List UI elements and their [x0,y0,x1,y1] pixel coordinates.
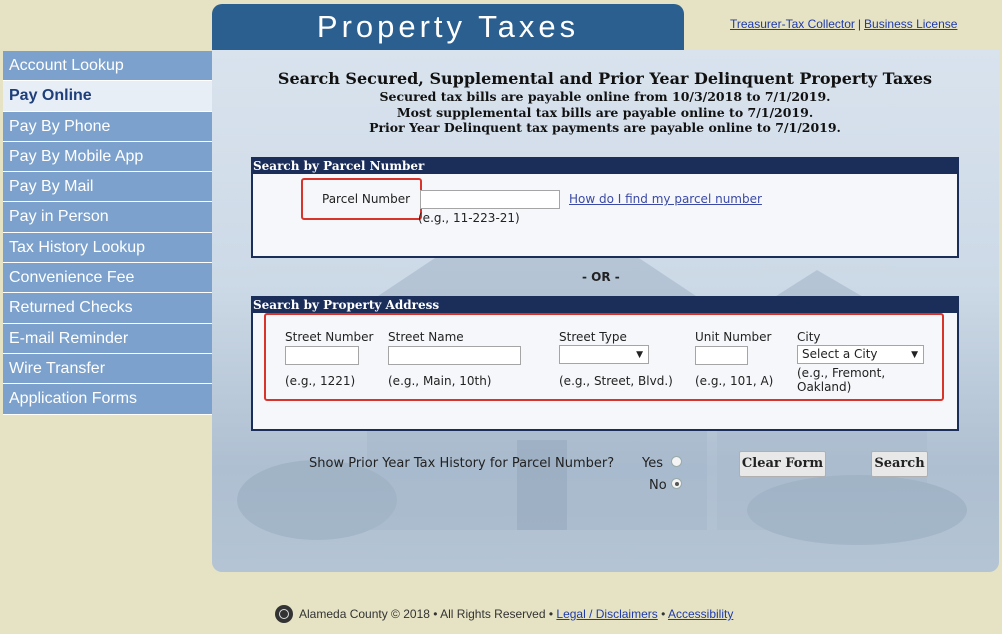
sidebar-item-application-forms[interactable]: Application Forms [3,384,212,415]
tax-history-yes-label: Yes [642,456,663,471]
top-links: Treasurer-Tax Collector | Business License [730,17,958,31]
street-type-example: (e.g., Street, Blvd.) [559,374,673,388]
sidebar-item-email-reminder[interactable]: E-mail Reminder [3,323,212,354]
sidebar-item-pay-by-mail[interactable]: Pay By Mail [3,172,212,203]
footer-copyright: Alameda County © 2018 • All Rights Reser… [299,607,554,621]
accessibility-link[interactable]: Accessibility [668,607,733,621]
footer-separator: • [661,607,666,621]
sidebar-item-pay-in-person[interactable]: Pay in Person [3,202,212,233]
heading-supplemental-note: Most supplemental tax bills are payable … [396,104,814,120]
parcel-number-label: Parcel Number [322,192,411,206]
sidebar-item-convenience-fee[interactable]: Convenience Fee [3,263,212,294]
sidebar-item-pay-by-phone[interactable]: Pay By Phone [3,111,212,142]
parcel-number-example: (e.g., 11-223-21) [418,211,520,225]
search-button[interactable]: Search [871,451,928,477]
city-example-line-1: (e.g., Fremont, [797,366,886,380]
address-search-title: Search by Property Address [253,298,957,313]
or-divider: - OR - [582,270,620,284]
street-number-input[interactable] [285,346,359,365]
treasurer-tax-collector-link[interactable]: Treasurer-Tax Collector [730,17,855,31]
heading-main: Search Secured, Supplemental and Prior Y… [277,69,933,88]
street-number-label: Street Number [285,330,374,344]
business-license-link[interactable]: Business License [864,17,957,31]
city-select[interactable]: Select a City ▼ [797,345,924,364]
clear-form-button[interactable]: Clear Form [739,451,826,477]
city-example-line-2: Oakland) [797,380,852,394]
street-type-select[interactable]: ▼ [559,345,649,364]
search-heading: Search Secured, Supplemental and Prior Y… [240,69,970,136]
tax-history-no-radio[interactable] [671,478,682,489]
page-title: Property Taxes [212,4,684,50]
city-select-value: Select a City [802,347,878,361]
sidebar-item-pay-online[interactable]: Pay Online [3,81,212,112]
street-name-label: Street Name [388,330,464,344]
sidebar-item-pay-by-mobile-app[interactable]: Pay By Mobile App [3,141,212,173]
footer: Alameda County © 2018 • All Rights Reser… [275,605,733,623]
unit-number-example: (e.g., 101, A) [695,374,774,388]
sidebar-item-account-lookup[interactable]: Account Lookup [3,51,212,82]
street-name-example: (e.g., Main, 10th) [388,374,492,388]
sidebar: Account Lookup Pay Online Pay By Phone P… [3,51,212,415]
tax-history-no-label: No [649,478,667,493]
city-label: City [797,330,821,344]
county-seal-icon [275,605,293,623]
sidebar-item-wire-transfer[interactable]: Wire Transfer [3,353,212,385]
street-number-example: (e.g., 1221) [285,374,356,388]
city-example: (e.g., Fremont, Oakland) [797,366,885,394]
parcel-search-title: Search by Parcel Number [253,159,957,174]
parcel-number-help-link[interactable]: How do I find my parcel number [569,192,762,206]
heading-delinquent-note: Prior Year Delinquent tax payments are p… [369,120,841,135]
parcel-number-input[interactable] [420,190,560,209]
chevron-down-icon: ▼ [911,350,918,360]
sidebar-item-returned-checks[interactable]: Returned Checks [3,293,212,324]
tax-history-question: Show Prior Year Tax History for Parcel N… [309,456,615,471]
street-type-label: Street Type [559,330,627,344]
sidebar-item-tax-history-lookup[interactable]: Tax History Lookup [3,232,212,264]
heading-secured-note: Secured tax bills are payable online fro… [379,89,831,104]
street-name-input[interactable] [388,346,521,365]
legal-disclaimers-link[interactable]: Legal / Disclaimers [556,607,657,621]
unit-number-input[interactable] [695,346,748,365]
chevron-down-icon: ▼ [636,350,643,360]
tax-history-yes-radio[interactable] [671,456,682,467]
unit-number-label: Unit Number [695,330,772,344]
